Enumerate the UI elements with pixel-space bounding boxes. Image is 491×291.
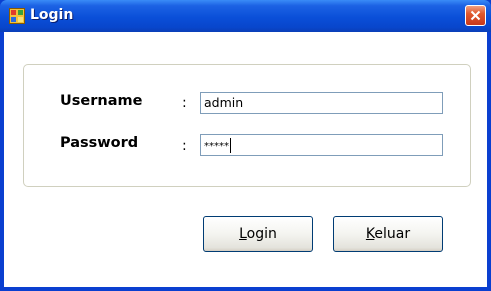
text-caret [230, 138, 231, 153]
title-bar[interactable]: Login [0, 0, 491, 32]
keluar-label: eluar [374, 226, 411, 242]
password-colon: : [182, 138, 187, 154]
login-button[interactable]: Login [203, 216, 313, 252]
login-window: Login Username : admin Password : ***** [0, 0, 491, 291]
username-value: admin [204, 95, 244, 110]
password-value: ***** [204, 141, 229, 152]
password-label: Password [60, 135, 139, 151]
form-client-area: Username : admin Password : ***** Login … [4, 32, 487, 287]
password-input[interactable]: ***** [200, 134, 443, 156]
username-colon: : [182, 95, 187, 111]
login-label: ogin [246, 226, 277, 242]
login-mnemonic: L [239, 226, 247, 242]
window-title: Login [30, 7, 74, 23]
login-groupbox: Username : admin Password : ***** [23, 64, 471, 187]
keluar-button[interactable]: Keluar [333, 216, 443, 252]
username-input[interactable]: admin [200, 92, 443, 114]
close-button[interactable] [465, 5, 486, 26]
app-window-icon [9, 8, 25, 24]
username-label: Username [60, 93, 143, 109]
